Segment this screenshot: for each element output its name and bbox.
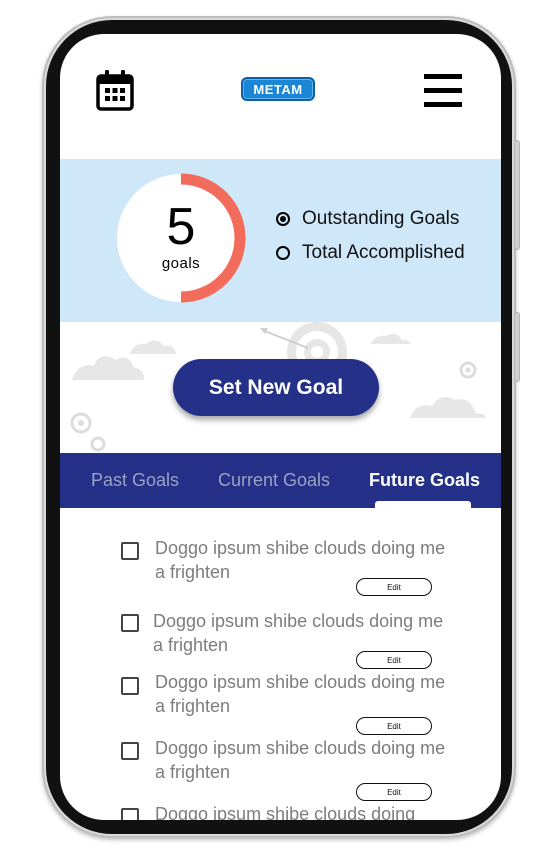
goal-text: Doggo ipsum shibe clouds doing me a frig… xyxy=(155,738,446,782)
goal-checkbox[interactable] xyxy=(121,614,139,632)
edit-button[interactable]: Edit xyxy=(356,651,432,669)
tab-current-goals[interactable]: Current Goals xyxy=(218,470,330,491)
app-screen: METAM 5 goals Outstanding Goals Total Ac… xyxy=(60,34,501,820)
radio-selected-icon[interactable] xyxy=(276,212,290,226)
edit-button[interactable]: Edit xyxy=(356,578,432,596)
goal-checkbox[interactable] xyxy=(121,677,139,695)
active-tab-indicator xyxy=(375,501,471,508)
hamburger-menu-icon[interactable] xyxy=(424,74,462,108)
edit-button[interactable]: Edit xyxy=(356,717,432,735)
goal-tabs: Past Goals Current Goals Future Goals xyxy=(60,453,501,508)
list-item: Doggo ipsum shibe clouds doing me a frig… xyxy=(60,670,501,740)
calendar-icon[interactable] xyxy=(96,69,134,111)
list-item: Doggo ipsum shibe clouds doing me a frig… xyxy=(60,736,501,806)
list-item: Doggo ipsum shibe clouds doing me a frig… xyxy=(60,534,501,604)
brand-logo: METAM xyxy=(241,77,315,101)
goal-text: Doggo ipsum shibe clouds doing me a frig… xyxy=(155,538,446,582)
goal-checkbox[interactable] xyxy=(121,742,139,760)
edit-button[interactable]: Edit xyxy=(356,783,432,801)
goal-checkbox[interactable] xyxy=(121,808,139,820)
radio-unselected-icon[interactable] xyxy=(276,246,290,260)
goal-text: Doggo ipsum shibe clouds doing xyxy=(155,804,416,820)
goal-text: Doggo ipsum shibe clouds doing me a frig… xyxy=(155,672,446,716)
goal-text: Doggo ipsum shibe clouds doing me a frig… xyxy=(153,611,444,655)
goal-checkbox[interactable] xyxy=(121,542,139,560)
tab-future-goals[interactable]: Future Goals xyxy=(369,470,480,491)
goal-count: 5 xyxy=(166,198,196,256)
power-button xyxy=(514,140,520,250)
set-new-goal-button[interactable]: Set New Goal xyxy=(173,359,379,416)
list-item: Doggo ipsum shibe clouds doing me a frig… xyxy=(60,607,501,677)
volume-button xyxy=(514,312,520,382)
legend-label: Total Accomplished xyxy=(302,242,465,263)
tab-past-goals[interactable]: Past Goals xyxy=(91,470,179,491)
goal-stats-panel: 5 goals Outstanding Goals Total Accompli… xyxy=(60,159,501,322)
legend-outstanding-goals[interactable]: Outstanding Goals xyxy=(276,208,459,230)
legend-total-accomplished[interactable]: Total Accomplished xyxy=(276,242,465,264)
list-item: Doggo ipsum shibe clouds doing xyxy=(60,802,501,820)
goal-count-unit: goals xyxy=(161,255,201,272)
legend-label: Outstanding Goals xyxy=(302,208,460,229)
